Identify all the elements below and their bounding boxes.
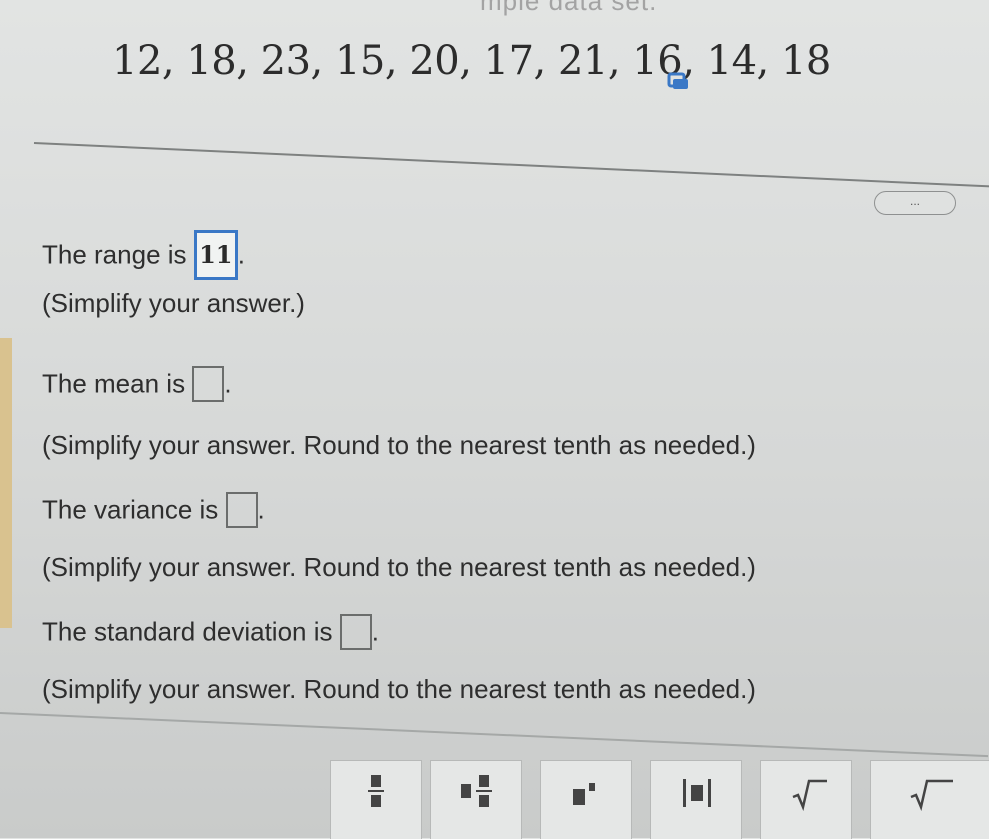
std-dev-answer-input[interactable] (339, 614, 372, 650)
fraction-button[interactable] (330, 760, 422, 839)
nth-root-button[interactable] (870, 760, 989, 839)
variance-suffix: . (257, 494, 265, 525)
square-root-icon (792, 779, 827, 811)
square-root-button[interactable] (760, 760, 852, 839)
mixed-number-button[interactable] (430, 760, 522, 839)
absolute-value-button[interactable] (650, 760, 742, 839)
exponent-button[interactable] (540, 760, 632, 839)
range-suffix: . (237, 239, 245, 270)
mean-answer-input[interactable] (192, 366, 225, 402)
std-dev-label: The standard deviation is (42, 616, 333, 647)
exponent-icon (573, 783, 595, 805)
section-divider (33, 142, 989, 188)
copy-icon[interactable] (667, 70, 689, 92)
dataset-values: 12, 18, 23, 15, 20, 17, 21, 16, 14, 18 (112, 38, 831, 84)
fraction-icon (368, 775, 384, 807)
range-note: (Simplify your answer.) (42, 288, 305, 318)
toolbar-divider (0, 712, 989, 758)
std-dev-suffix: . (371, 616, 379, 647)
mixed-number-icon (461, 775, 492, 807)
variance-note: (Simplify your answer. Round to the near… (42, 552, 756, 582)
variance-answer-input[interactable] (225, 492, 258, 528)
mean-line: The mean is . (42, 366, 232, 402)
range-line: The range is 11. (42, 230, 245, 280)
absolute-value-icon (683, 779, 711, 807)
more-button[interactable]: ... (874, 191, 956, 215)
std-dev-line: The standard deviation is . (42, 614, 379, 650)
mean-suffix: . (224, 368, 232, 399)
header-fragment: mple data set. (480, 0, 658, 16)
left-accent-bar (0, 338, 12, 628)
nth-root-icon (910, 779, 953, 811)
mean-note: (Simplify your answer. Round to the near… (42, 430, 756, 460)
mean-label: The mean is (42, 368, 186, 399)
range-label: The range is (42, 239, 187, 270)
variance-line: The variance is . (42, 492, 265, 528)
range-answer-input[interactable]: 11 (193, 230, 238, 280)
variance-label: The variance is (42, 494, 219, 525)
std-dev-note: (Simplify your answer. Round to the near… (42, 674, 756, 704)
